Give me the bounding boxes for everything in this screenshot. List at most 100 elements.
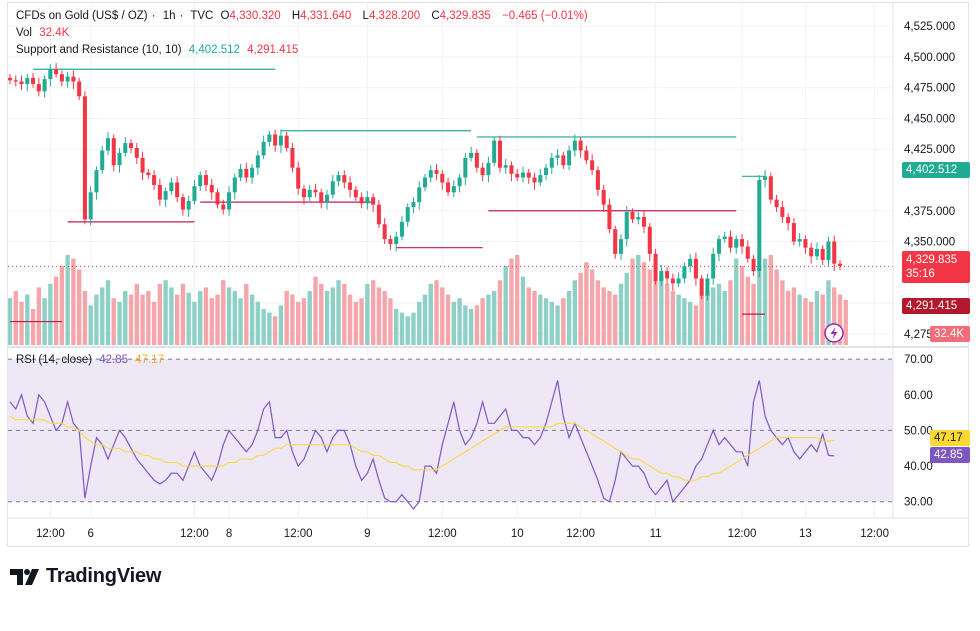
volume-bar bbox=[370, 280, 376, 345]
candle-body bbox=[561, 155, 566, 166]
candle-body bbox=[117, 152, 122, 166]
volume-bar bbox=[463, 305, 468, 345]
candle-body bbox=[837, 263, 843, 267]
candle-body bbox=[31, 77, 36, 84]
volume-bar bbox=[313, 276, 318, 345]
volume-bar bbox=[561, 298, 566, 345]
candle-body bbox=[417, 187, 422, 203]
volume-bar bbox=[578, 273, 583, 345]
volume-bar bbox=[105, 280, 111, 345]
volume-bar bbox=[76, 269, 82, 345]
volume-bar bbox=[739, 265, 745, 345]
candle-body bbox=[734, 239, 739, 248]
volume-bar bbox=[803, 298, 808, 345]
symbol-legend[interactable]: CFDs on Gold (US$ / OZ) · 1h · TVC O4,330.… bbox=[16, 10, 592, 22]
rsi-pane bbox=[8, 358, 893, 510]
time-tick-label: 12:00 bbox=[566, 528, 595, 540]
volume-bar bbox=[290, 294, 295, 345]
volume-bar bbox=[336, 280, 341, 345]
volume-bar bbox=[244, 283, 249, 345]
price-chart[interactable]: 4,525.000 4,500.000 4,475.000 4,450.000 4,42… bbox=[0, 0, 980, 631]
candle-body bbox=[642, 216, 647, 227]
volume-bar bbox=[13, 291, 18, 345]
sr-legend[interactable]: Support and Resistance (10, 10) 4,402.51… bbox=[16, 44, 302, 56]
volume-legend[interactable]: Vol 32.4K bbox=[16, 27, 73, 39]
candles bbox=[8, 63, 843, 301]
candle-body bbox=[451, 186, 456, 193]
volume-bar bbox=[146, 291, 151, 345]
volume-bar bbox=[284, 291, 289, 345]
volume-bar bbox=[198, 291, 203, 345]
candle-body bbox=[146, 172, 151, 176]
volume-bar bbox=[123, 291, 128, 345]
candle-body bbox=[618, 239, 623, 254]
volume-bar bbox=[255, 301, 261, 345]
sr-support-value: 4,291.415 bbox=[247, 44, 299, 56]
volume-bar bbox=[48, 283, 53, 345]
candle-body bbox=[584, 150, 589, 161]
volume-bar bbox=[549, 301, 554, 345]
volume-bar bbox=[716, 283, 722, 345]
candle-body bbox=[365, 197, 370, 204]
candle-body bbox=[42, 79, 47, 92]
volume-bar bbox=[843, 300, 848, 345]
candle-body bbox=[469, 152, 474, 158]
rsi-tick-label: 70.00 bbox=[904, 354, 933, 366]
symbol-name[interactable]: CFDs on Gold (US$ / OZ) bbox=[16, 10, 148, 22]
candle-body bbox=[382, 224, 387, 240]
volume-bar bbox=[572, 280, 578, 345]
volume-bar bbox=[192, 301, 197, 345]
candle-body bbox=[296, 167, 301, 189]
volume-bar bbox=[359, 298, 364, 345]
volume-bar bbox=[434, 280, 439, 345]
candle-body bbox=[503, 165, 508, 168]
volume-bar bbox=[59, 265, 65, 345]
candle-body bbox=[457, 177, 462, 187]
volume-bar bbox=[693, 305, 699, 345]
candle-body bbox=[82, 96, 87, 220]
time-tick-label: 10 bbox=[511, 528, 524, 540]
candle-body bbox=[480, 167, 485, 176]
volume-bar bbox=[538, 294, 543, 345]
volume-bar bbox=[543, 298, 549, 345]
volume-bar bbox=[584, 262, 589, 345]
candle-body bbox=[157, 184, 162, 200]
candle-body bbox=[820, 248, 825, 260]
lightning-icon[interactable] bbox=[824, 323, 844, 343]
open-value: 4,330.320 bbox=[229, 10, 281, 22]
candle-body bbox=[250, 167, 255, 178]
volume-bar bbox=[157, 283, 163, 345]
candle-body bbox=[653, 253, 658, 281]
rsi-value: 42.85 bbox=[99, 354, 129, 366]
time-tick-label: 12:00 bbox=[180, 528, 209, 540]
time-tick-label: 12:00 bbox=[860, 528, 889, 540]
rsi-legend[interactable]: RSI (14, close) 42.85 47.17 bbox=[16, 354, 168, 366]
volume-bar bbox=[526, 287, 531, 345]
volume-bar bbox=[203, 287, 209, 345]
last-price-badge: 4,329.835 35:16 bbox=[902, 251, 970, 283]
volume-bar bbox=[215, 294, 220, 345]
volume-bar bbox=[555, 305, 560, 345]
high-label: H bbox=[291, 10, 301, 22]
candle-body bbox=[255, 155, 260, 168]
candle-body bbox=[238, 168, 243, 178]
candle-body bbox=[198, 175, 203, 187]
candle-body bbox=[803, 239, 808, 248]
volume-bar bbox=[422, 294, 428, 345]
volume-bar bbox=[445, 294, 451, 345]
candle-body bbox=[636, 216, 641, 220]
volume-bar bbox=[699, 294, 704, 345]
price-tick-label: 4,425.000 bbox=[904, 144, 955, 156]
price-tick-label: 4,475.000 bbox=[904, 83, 955, 95]
time-tick-label: 11 bbox=[650, 528, 662, 540]
rsi-ma-value: 47.17 bbox=[135, 354, 165, 366]
volume-bar bbox=[100, 287, 105, 345]
candle-body bbox=[411, 202, 416, 208]
candle-body bbox=[227, 192, 232, 210]
candle-body bbox=[463, 157, 468, 178]
candle-body bbox=[624, 212, 629, 240]
resistance-badge: 4,402.512 bbox=[902, 162, 970, 178]
tradingview-logo[interactable]: TradingView bbox=[10, 565, 161, 588]
volume-bar bbox=[774, 269, 779, 345]
candle-body bbox=[665, 271, 670, 279]
